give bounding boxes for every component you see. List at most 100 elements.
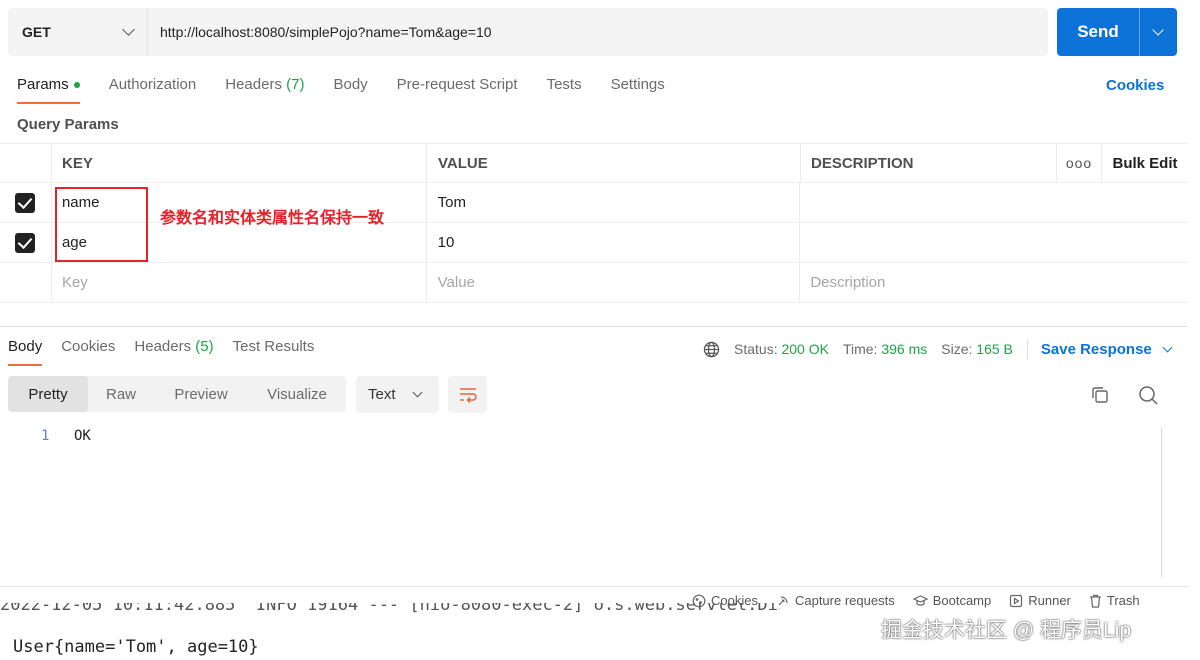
- query-params-title: Query Params: [17, 116, 119, 133]
- graduation-cap-icon: [912, 594, 928, 606]
- line-number: 1: [41, 428, 50, 444]
- copy-icon[interactable]: [1089, 384, 1111, 406]
- runner-button[interactable]: Runner: [1009, 593, 1071, 608]
- table-row-new: Key Value Description: [0, 263, 1188, 303]
- time-text: Time: 396 ms: [843, 341, 927, 357]
- key-column-header: KEY: [52, 144, 427, 182]
- size-label: Size:: [941, 341, 973, 357]
- response-meta: Status: 200 OK Time: 396 ms Size: 165 B …: [703, 339, 1173, 359]
- tab-tests[interactable]: Tests: [547, 76, 582, 100]
- time-value: 396 ms: [881, 341, 928, 357]
- value-placeholder[interactable]: Value: [427, 263, 801, 302]
- runner-icon: [1010, 594, 1023, 607]
- tab-label: Params: [17, 76, 69, 93]
- description-placeholder[interactable]: Description: [800, 263, 1188, 302]
- request-url-bar: GET http://localhost:8080/simplePojo?nam…: [8, 8, 1048, 56]
- bootcamp-button[interactable]: Bootcamp: [912, 593, 992, 608]
- description-column-header: DESCRIPTION: [801, 144, 1057, 182]
- table-row: age 10: [0, 223, 1188, 263]
- chevron-down-icon[interactable]: [1152, 24, 1164, 36]
- tab-settings[interactable]: Settings: [611, 76, 665, 100]
- size-value: 165 B: [976, 341, 1013, 357]
- console-log-text: 2022-12-05 10:11:42.885 INFO 19164 --- […: [0, 603, 780, 615]
- tab-label: Pre-request Script: [396, 76, 518, 93]
- view-raw[interactable]: Raw: [88, 376, 154, 412]
- view-mode-tabs: Pretty Raw Preview Visualize: [8, 376, 346, 412]
- annotation-text: 参数名和实体类属性名保持一致: [160, 210, 385, 227]
- trash-icon: [1089, 594, 1101, 608]
- params-active-dot: [73, 82, 80, 89]
- watermark: 掘金技术社区 @ 程序员Lip: [881, 619, 1132, 642]
- panel-divider[interactable]: [0, 326, 1188, 327]
- param-description[interactable]: [800, 223, 1188, 262]
- tab-params[interactable]: Params: [17, 76, 80, 104]
- tab-label: Body: [8, 338, 43, 355]
- cookies-link[interactable]: Cookies: [1106, 77, 1164, 94]
- tab-label: Cookies: [61, 338, 116, 355]
- response-tabs: Body Cookies Headers (5) Test Results: [8, 338, 333, 366]
- row-checkbox-cell: [0, 263, 52, 302]
- more-options-button[interactable]: ooo: [1057, 144, 1102, 182]
- tab-label: Headers: [225, 76, 282, 93]
- time-label: Time:: [842, 341, 878, 357]
- save-response-button[interactable]: Save Response: [1041, 341, 1173, 358]
- tab-response-headers[interactable]: Headers (5): [134, 338, 213, 362]
- row-checkbox-cell: [0, 223, 52, 262]
- checkbox-checked[interactable]: [15, 192, 36, 213]
- tab-pre-request-script[interactable]: Pre-request Script: [397, 76, 518, 100]
- view-pretty[interactable]: Pretty: [8, 376, 88, 412]
- footer-label: Runner: [1028, 593, 1071, 608]
- send-label: Send: [1077, 22, 1119, 41]
- tab-label: Headers: [134, 338, 192, 355]
- send-divider: [1139, 8, 1140, 56]
- url-input[interactable]: http://localhost:8080/simplePojo?name=To…: [148, 24, 492, 40]
- format-select[interactable]: Text: [356, 376, 439, 413]
- footer-divider: [0, 586, 1188, 587]
- tab-headers[interactable]: Headers (7): [225, 76, 304, 100]
- send-button[interactable]: Send: [1057, 8, 1177, 56]
- annotation-highlight-box: [55, 187, 148, 262]
- wrap-lines-icon: [459, 387, 477, 403]
- key-placeholder[interactable]: Key: [52, 263, 427, 302]
- param-value[interactable]: Tom: [427, 183, 801, 222]
- tab-label: Settings: [610, 76, 665, 93]
- bulk-edit-button[interactable]: Bulk Edit: [1102, 144, 1188, 182]
- param-value[interactable]: 10: [427, 223, 801, 262]
- chevron-down-icon: [1162, 342, 1173, 352]
- tab-label: Authorization: [108, 76, 197, 93]
- footer-label: Trash: [1106, 593, 1140, 608]
- footer-label: Bootcamp: [932, 593, 992, 608]
- tab-authorization[interactable]: Authorization: [109, 76, 197, 100]
- tab-response-body[interactable]: Body: [8, 338, 43, 366]
- console-log-partial: 2022-12-05 10:11:42.885 INFO 19164 --- […: [0, 603, 780, 625]
- format-label: Text: [368, 386, 396, 403]
- request-tabs: Params Authorization Headers (7) Body Pr…: [17, 76, 694, 104]
- param-description[interactable]: [800, 183, 1188, 222]
- size-text: Size: 165 B: [941, 341, 1013, 357]
- trash-button[interactable]: Trash: [1089, 593, 1140, 608]
- response-body-text: OK: [74, 428, 91, 444]
- wrap-lines-button[interactable]: [448, 376, 487, 413]
- row-checkbox-cell: [0, 183, 52, 222]
- chevron-down-icon: [122, 23, 135, 36]
- footer-label: Capture requests: [794, 593, 895, 608]
- editor-scrollbar[interactable]: [1161, 427, 1162, 577]
- view-preview[interactable]: Preview: [154, 376, 248, 412]
- status-value: 200 OK: [781, 341, 829, 357]
- tab-test-results[interactable]: Test Results: [233, 338, 315, 362]
- method-select[interactable]: GET: [8, 8, 148, 56]
- tab-label: Body: [333, 76, 368, 93]
- headers-count: (7): [286, 76, 305, 93]
- tab-label: Tests: [546, 76, 582, 93]
- view-visualize[interactable]: Visualize: [248, 376, 346, 412]
- chevron-down-icon: [412, 387, 422, 398]
- headers-count: (5): [195, 338, 214, 355]
- status-text: Status: 200 OK: [734, 341, 829, 357]
- capture-requests-button[interactable]: Capture requests: [776, 593, 895, 608]
- search-icon[interactable]: [1137, 384, 1159, 406]
- tab-body[interactable]: Body: [333, 76, 367, 100]
- checkbox-checked[interactable]: [15, 232, 36, 253]
- tab-response-cookies[interactable]: Cookies: [61, 338, 115, 362]
- globe-icon[interactable]: [703, 341, 720, 358]
- table-header-row: KEY VALUE DESCRIPTION ooo Bulk Edit: [0, 143, 1188, 183]
